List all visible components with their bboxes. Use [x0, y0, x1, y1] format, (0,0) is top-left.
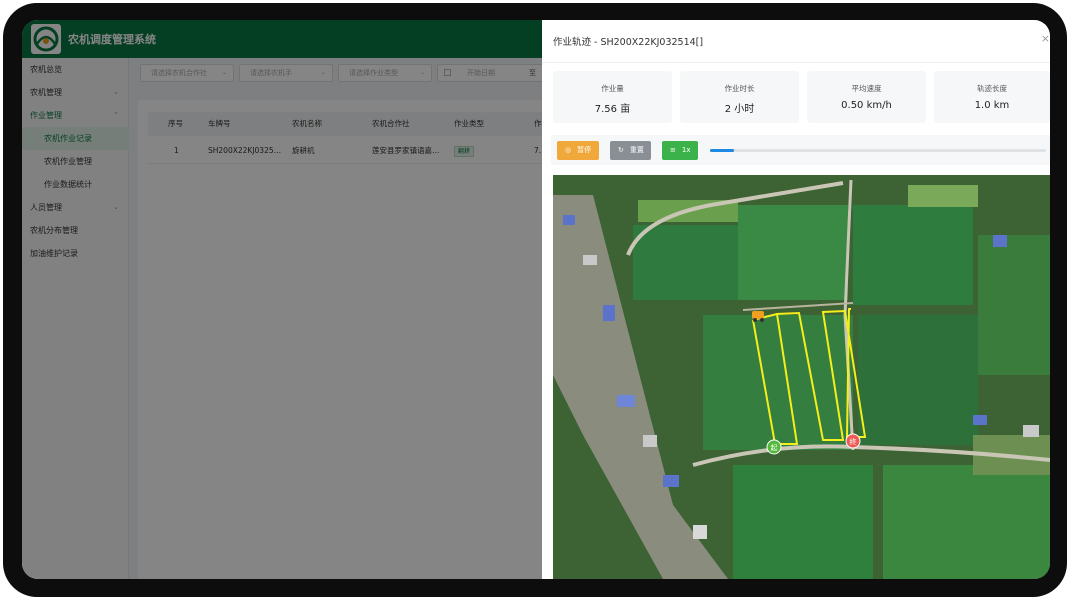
stat-value: 2 小时: [724, 104, 755, 115]
stat-value: 0.50 km/h: [841, 100, 892, 111]
reset-button[interactable]: ↻ 重置: [610, 141, 651, 160]
pause-button[interactable]: ◎ 暂停: [557, 141, 599, 160]
refresh-icon: ↻: [618, 146, 624, 154]
field-patch: [858, 315, 978, 445]
reset-label: 重置: [629, 146, 644, 154]
end-marker-label: 终: [850, 437, 857, 446]
field-patch: [738, 205, 848, 300]
tractor-wheel: [760, 318, 764, 322]
pause-label: 暂停: [577, 146, 592, 154]
start-marker[interactable]: 起: [766, 439, 782, 455]
field-patch: [853, 205, 973, 305]
stat-label: 平均速度: [851, 84, 882, 93]
roof: [973, 415, 987, 425]
stat-card-work-amount: 作业量 7.56 亩: [553, 71, 672, 123]
playback-progress[interactable]: [710, 149, 1046, 152]
start-marker-label: 起: [771, 444, 778, 452]
tractor-wheel: [753, 318, 757, 322]
field-patch: [978, 235, 1050, 375]
stat-value: 7.56 亩: [594, 104, 631, 115]
divider: [542, 62, 1050, 63]
field-patch: [633, 225, 743, 300]
tractor-body: [752, 311, 764, 319]
field-patch: [883, 465, 1050, 579]
progress-fill: [710, 149, 734, 152]
speed-button[interactable]: ≡ 1x: [662, 141, 698, 160]
drawer-title: 作业轨迹 - SH200X22KJ032514[]: [553, 37, 704, 48]
pause-circle-icon: ◎: [565, 146, 572, 154]
map-svg: 起 终: [553, 175, 1050, 579]
roof: [563, 215, 575, 225]
roof: [693, 525, 707, 539]
stat-label: 作业时长: [724, 84, 755, 93]
device-frame: 农机调度管理系统 农机总览 农机管理 ⌄ 作业管理 ⌃ 农机作业记录 农机作业管理 …: [0, 0, 1070, 600]
playback-controls: ◎ 暂停 ↻ 重置 ≡ 1x: [551, 135, 1050, 165]
modal-overlay[interactable]: [22, 20, 542, 579]
stat-card-duration: 作业时长 2 小时: [680, 71, 799, 123]
stat-label: 作业量: [601, 84, 624, 93]
field-patch: [703, 315, 853, 450]
end-marker[interactable]: 终: [845, 433, 861, 449]
close-icon[interactable]: ×: [1041, 32, 1050, 45]
stat-card-track-length: 轨迹长度 1.0 km: [934, 71, 1050, 123]
field-patch: [733, 465, 873, 579]
stat-card-avg-speed: 平均速度 0.50 km/h: [807, 71, 926, 123]
screen: 农机调度管理系统 农机总览 农机管理 ⌄ 作业管理 ⌃ 农机作业记录 农机作业管理 …: [22, 20, 1050, 579]
track-drawer: 作业轨迹 - SH200X22KJ032514[] × 作业量 7.56 亩 作…: [542, 20, 1050, 579]
roof: [617, 395, 635, 407]
satellite-map[interactable]: 起 终: [553, 175, 1050, 579]
list-icon: ≡: [670, 146, 676, 154]
roof: [1023, 425, 1039, 437]
roof: [663, 475, 679, 487]
field-patch: [908, 185, 978, 207]
roof: [643, 435, 657, 447]
stat-label: 轨迹长度: [977, 84, 1007, 93]
roof: [603, 305, 615, 321]
roof: [583, 255, 597, 265]
speed-label: 1x: [681, 146, 691, 154]
stat-value: 1.0 km: [974, 100, 1010, 111]
roof: [993, 235, 1007, 247]
